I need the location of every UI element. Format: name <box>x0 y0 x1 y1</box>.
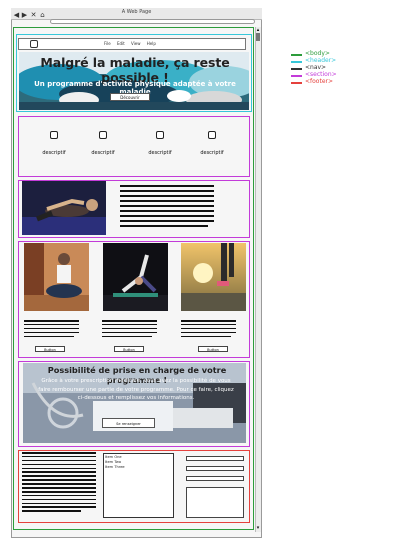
close-icon[interactable]: ✕ <box>30 12 37 19</box>
forward-icon[interactable]: ▶ <box>21 12 28 19</box>
logo-icon[interactable] <box>30 40 38 48</box>
footer-field-2[interactable] <box>186 466 244 471</box>
nav-link-help[interactable]: Help <box>147 41 156 46</box>
legend-header: <header> <box>305 57 337 64</box>
footer-textarea[interactable] <box>186 487 244 518</box>
card-button-3[interactable]: Button <box>198 346 228 352</box>
footer-field-3[interactable] <box>186 476 244 481</box>
footer-list-item-3[interactable]: Item Three <box>105 465 125 469</box>
hero-button[interactable]: Découvrir <box>110 93 150 101</box>
back-icon[interactable]: ◀ <box>13 12 20 19</box>
nav-link-file[interactable]: File <box>104 41 111 46</box>
promo-text: Grâce à votre prescription médicale, vou… <box>38 378 234 401</box>
legend-body: <body> <box>305 50 330 57</box>
card-button-2[interactable]: Button <box>114 346 144 352</box>
legend-swatch-body <box>291 54 302 56</box>
legend-swatch-nav <box>291 68 302 70</box>
nav-link-view[interactable]: View <box>131 41 141 46</box>
checkbox-1[interactable] <box>50 131 58 139</box>
footer-list-item-1[interactable]: Item One <box>105 455 122 459</box>
legend-swatch-section <box>291 75 302 77</box>
feature-label-1: descriptif <box>42 150 66 156</box>
checkbox-3[interactable] <box>156 131 164 139</box>
legend-section: <section> <box>305 71 337 78</box>
home-icon[interactable]: ⌂ <box>39 12 46 19</box>
footer-field-1[interactable] <box>186 456 244 461</box>
card-image-3 <box>181 243 246 311</box>
card-image-2 <box>103 243 168 311</box>
legend-swatch-header <box>291 61 302 63</box>
footer-list-item-2[interactable]: Item Two <box>105 460 121 464</box>
scroll-thumb[interactable] <box>256 33 260 41</box>
card-text-1 <box>24 320 79 339</box>
features-section <box>18 116 250 177</box>
nav-links: File Edit View Help <box>104 41 161 46</box>
feature-label-3: descriptif <box>148 150 172 156</box>
card-button-1[interactable]: Button <box>35 346 65 352</box>
feature-label-2: descriptif <box>91 150 115 156</box>
window-title: A Web Page <box>121 9 152 15</box>
feature-label-4: descriptif <box>200 150 224 156</box>
exercise-photo <box>22 181 106 235</box>
footer-text <box>22 452 96 514</box>
intro-text <box>120 185 214 231</box>
legend-swatch-footer <box>291 82 302 84</box>
card-image-1 <box>24 243 89 311</box>
legend-footer: <footer> <box>305 78 334 85</box>
card-text-3 <box>181 320 236 339</box>
card-text-2 <box>102 320 157 339</box>
url-bar[interactable] <box>50 19 255 24</box>
legend-nav: <nav> <box>305 64 327 71</box>
promo-button[interactable]: Se renseigner <box>102 418 155 428</box>
checkbox-4[interactable] <box>208 131 216 139</box>
checkbox-2[interactable] <box>99 131 107 139</box>
nav-link-edit[interactable]: Edit <box>117 41 125 46</box>
scrollbar[interactable] <box>255 27 261 532</box>
scroll-down-icon[interactable]: ▾ <box>255 526 261 531</box>
